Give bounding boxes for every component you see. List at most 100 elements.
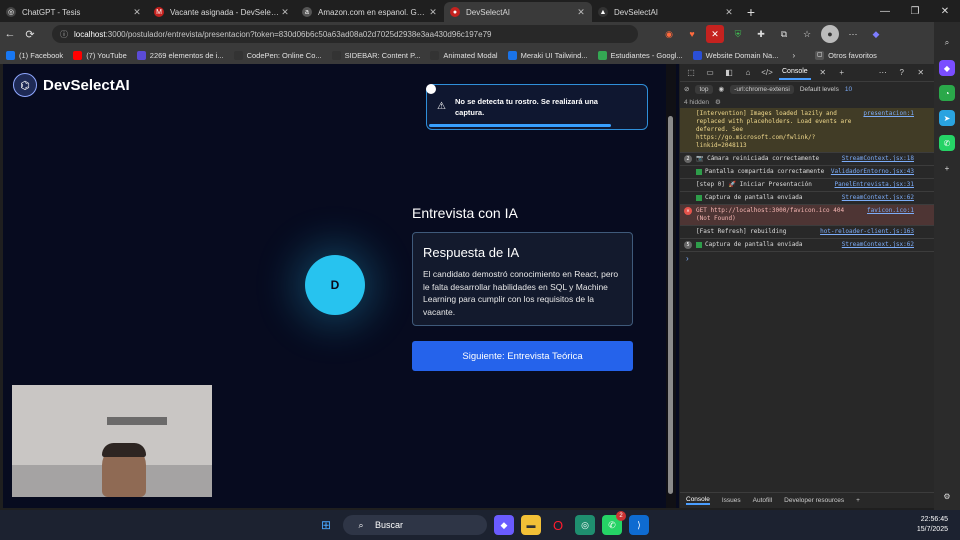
bookmark-item[interactable]: Meraki UI Tailwind...	[507, 50, 588, 60]
check-icon	[696, 241, 702, 248]
device-icon[interactable]: ▭	[703, 66, 717, 80]
bookmark-item[interactable]: 2269 elementos de i...	[136, 50, 224, 60]
tab-close-icon[interactable]: ✕	[724, 7, 734, 18]
close-tab-icon[interactable]: ✕	[816, 66, 830, 80]
levels-select[interactable]: Default levels	[800, 86, 839, 93]
whatsapp-sidebar-icon[interactable]: ✆	[939, 135, 955, 151]
taskbar-search[interactable]: ⌕ Buscar	[343, 515, 487, 535]
section-title: Entrevista con IA	[412, 205, 518, 221]
info-icon[interactable]: ⓘ	[60, 29, 68, 40]
log-source-link[interactable]: favicon.ico:1	[867, 207, 914, 215]
log-source-link[interactable]: StreamContext.jsx:18	[842, 155, 914, 163]
sidebar-add-icon[interactable]: +	[939, 160, 955, 176]
bookmark-item[interactable]: CodePen: Online Co...	[233, 50, 322, 60]
help-icon[interactable]: ?	[895, 66, 909, 80]
drawer-add-icon[interactable]: +	[856, 497, 860, 504]
log-source-link[interactable]: ValidadorEntorno.jsx:43	[831, 168, 914, 176]
tab-label: ChatGPT - Tesis	[22, 7, 81, 17]
tab-favicon-icon: M	[154, 7, 164, 17]
issues-count[interactable]: 10	[845, 86, 852, 93]
tab-2[interactable]: a Amazon.com en espanol. Gasta m✕	[296, 2, 444, 22]
edge-drop-icon[interactable]: ◔	[939, 85, 955, 101]
bookmark-item[interactable]: (1) Facebook	[6, 50, 63, 60]
favorites-icon[interactable]: ☆	[798, 25, 816, 43]
filter-input[interactable]: -url:chrome-extensi	[730, 84, 794, 94]
other-favorites[interactable]: ▢ Otros favoritos	[815, 50, 877, 60]
profile-icon[interactable]: ●	[821, 25, 839, 43]
copilot-sidebar-icon[interactable]: ◆	[939, 60, 955, 76]
extension-heart-icon[interactable]: ♥	[683, 25, 701, 43]
menu-dots-icon[interactable]: ⋯	[844, 25, 862, 43]
context-select[interactable]: top	[695, 84, 713, 94]
bookmark-item[interactable]: Estudiantes - Googl...	[597, 50, 683, 60]
tab-3[interactable]: ● DevSelectAI ✕	[444, 2, 592, 22]
system-clock[interactable]: 22:56:45 15/7/2025	[917, 515, 948, 535]
log-source-link[interactable]: StreamContext.jsx:62	[842, 194, 914, 202]
tab-4[interactable]: ▲ DevSelectAI ✕	[592, 2, 740, 22]
edge-icon[interactable]: ◎	[575, 515, 595, 535]
eye-icon[interactable]: ◉	[719, 85, 725, 93]
console-prompt[interactable]: ›	[680, 254, 934, 263]
restore-icon[interactable]: ❐	[900, 0, 930, 22]
sidebar-toggle-icon[interactable]: ◧	[722, 66, 736, 80]
tab-console[interactable]: Console	[779, 66, 811, 80]
tab-close-icon[interactable]: ✕	[132, 7, 142, 18]
windows-start-icon[interactable]: ⊞	[316, 515, 336, 535]
extension-x-icon[interactable]: ✕	[706, 25, 724, 43]
scrollbar-thumb[interactable]	[668, 116, 673, 494]
split-screen-icon[interactable]: ⧉	[775, 25, 793, 43]
telegram-icon[interactable]: ➤	[939, 110, 955, 126]
copilot-icon[interactable]: ◆	[867, 25, 885, 43]
tab-1[interactable]: M Vacante asignada - DevSelectAI - ✕	[148, 2, 296, 22]
drawer-tab[interactable]: Autofill	[753, 497, 773, 504]
opera-icon[interactable]: O	[548, 515, 568, 535]
tab-0[interactable]: ◎ ChatGPT - Tesis ✕	[0, 2, 148, 22]
home-icon[interactable]: ⌂	[741, 66, 755, 80]
elements-icon[interactable]: </>	[760, 66, 774, 80]
page-scrollbar[interactable]	[666, 64, 676, 508]
drawer-tab[interactable]: Developer resources	[784, 497, 844, 504]
extension-puzzle-icon[interactable]: ✚	[752, 25, 770, 43]
log-source-link[interactable]: StreamContext.jsx:62	[842, 241, 914, 249]
bookmark-label: Estudiantes - Googl...	[610, 50, 683, 60]
toast-progress-bar	[429, 124, 611, 127]
card-body: El candidato demostró conocimiento en Re…	[423, 269, 619, 317]
url-host: localhost	[74, 29, 106, 39]
url-field[interactable]: ⓘ localhost:3000/postulador/entrevista/p…	[52, 25, 638, 43]
devtools-close-icon[interactable]: ✕	[914, 66, 928, 80]
next-theoretical-button[interactable]: Siguiente: Entrevista Teórica	[412, 341, 633, 371]
bookmark-item[interactable]: SIDEBAR: Content P...	[331, 50, 420, 60]
vscode-icon[interactable]: ⟩	[629, 515, 649, 535]
sidebar-settings-icon[interactable]: ⚙	[939, 488, 955, 504]
copilot-taskbar-icon[interactable]: ◆	[494, 515, 514, 535]
bookmarks-overflow-icon[interactable]: ›	[792, 51, 795, 60]
tab-close-icon[interactable]: ✕	[576, 7, 586, 18]
clear-console-icon[interactable]: ⊘	[684, 85, 689, 93]
close-window-icon[interactable]: ✕	[930, 0, 960, 22]
reload-icon[interactable]: ⟳	[20, 24, 40, 44]
log-source-link[interactable]: hot-reloader-client.js:163	[820, 228, 914, 236]
extension-shield-icon[interactable]: ⛨	[729, 25, 747, 43]
drawer-tab[interactable]: Issues	[722, 497, 741, 504]
log-source-link[interactable]: presentacion:1	[863, 110, 914, 118]
settings-icon[interactable]: ⚙	[715, 98, 721, 106]
new-tab-button[interactable]: +	[740, 2, 762, 22]
more-icon[interactable]: ⋯	[876, 66, 890, 80]
back-icon[interactable]: ←	[0, 24, 20, 44]
minimize-icon[interactable]: —	[870, 0, 900, 22]
search-sidebar-icon[interactable]: ⌕	[939, 35, 955, 51]
drawer-tab[interactable]: Console	[686, 496, 710, 505]
whatsapp-icon[interactable]: ✆ 2	[602, 511, 626, 535]
tab-close-icon[interactable]: ✕	[280, 7, 290, 18]
file-explorer-icon[interactable]: ▬	[521, 515, 541, 535]
bookmark-item[interactable]: (7) YouTube	[73, 50, 127, 60]
bookmark-item[interactable]: Website Domain Na...	[692, 50, 778, 60]
tab-close-icon[interactable]: ✕	[428, 7, 438, 18]
add-tab-icon[interactable]: +	[835, 66, 849, 80]
bookmark-favicon-icon	[507, 50, 517, 60]
inspect-icon[interactable]: ⬚	[684, 66, 698, 80]
bookmark-item[interactable]: Animated Modal	[430, 50, 498, 60]
log-source-link[interactable]: PanelEntrevista.jsx:31	[835, 181, 914, 189]
log-message: Captura de pantalla enviada	[705, 194, 803, 201]
sound-icon[interactable]: ◉	[660, 25, 678, 43]
